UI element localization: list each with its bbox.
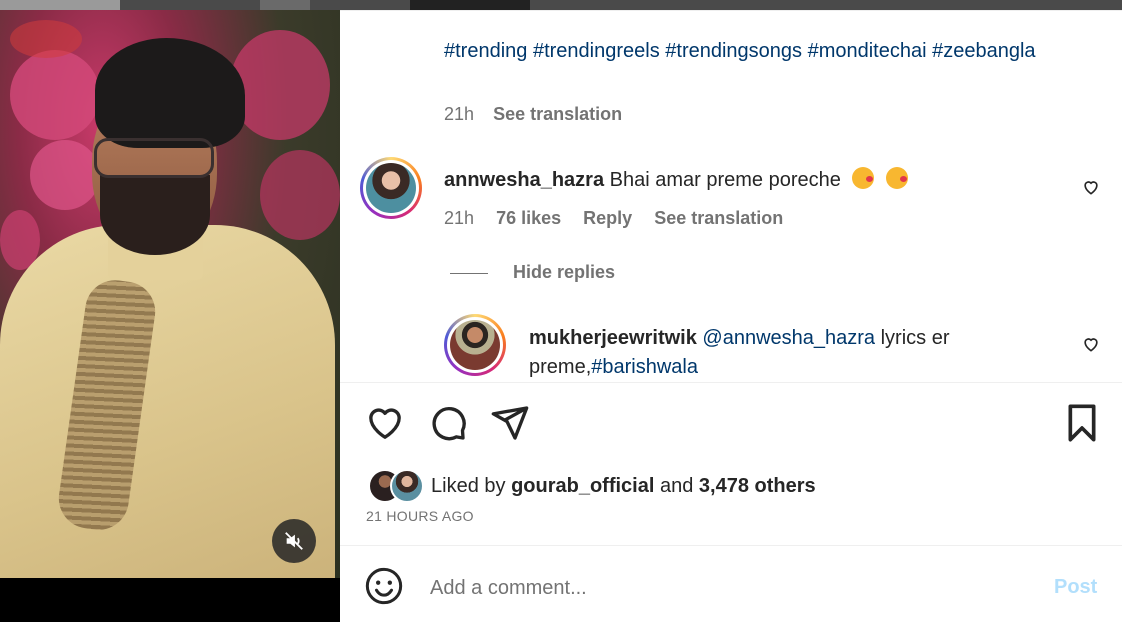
post-panel: #trending #trendingreels #trendingsongs … bbox=[340, 10, 1122, 622]
liked-by-avatars bbox=[368, 469, 428, 503]
post-actions: Liked by gourab_official and 3,478 other… bbox=[340, 382, 1122, 553]
liked-by-others[interactable]: 3,478 others bbox=[699, 475, 816, 497]
comment-body: annwesha_hazra Bhai amar preme poreche bbox=[444, 167, 908, 192]
reply-mention[interactable]: @annwesha_hazra bbox=[702, 327, 875, 349]
caption-see-translation[interactable]: See translation bbox=[493, 104, 622, 124]
liked-by-middle: and bbox=[654, 475, 699, 497]
muted-icon bbox=[285, 532, 303, 550]
reply-hashtag[interactable]: #barishwala bbox=[591, 356, 698, 378]
comment-text: Bhai amar preme poreche bbox=[609, 169, 841, 191]
comment-time[interactable]: 21h bbox=[444, 208, 474, 228]
comment-like-heart-icon[interactable] bbox=[1081, 177, 1101, 197]
comment-icon[interactable] bbox=[428, 403, 468, 443]
browser-top-strip bbox=[0, 0, 1122, 10]
hide-replies-button[interactable]: Hide replies bbox=[513, 262, 615, 283]
comment-avatar[interactable] bbox=[360, 157, 422, 219]
reply-username[interactable]: mukherjeewritwik bbox=[529, 327, 697, 349]
kiss-emoji-icon bbox=[886, 167, 908, 189]
glasses bbox=[94, 138, 214, 178]
comments-list[interactable]: #trending #trendingreels #trendingsongs … bbox=[340, 10, 1122, 383]
emoji-icon[interactable] bbox=[364, 566, 404, 606]
reply-like-heart-icon[interactable] bbox=[1081, 334, 1101, 354]
comment-likes[interactable]: 76 likes bbox=[496, 208, 561, 228]
post-timestamp[interactable]: 21 HOURS AGO bbox=[366, 508, 474, 524]
hide-replies-line bbox=[450, 273, 488, 274]
post-video[interactable] bbox=[0, 10, 340, 622]
post-comment-button[interactable]: Post bbox=[1054, 576, 1097, 599]
comment-reply-button[interactable]: Reply bbox=[583, 208, 632, 228]
video-frame bbox=[0, 10, 340, 578]
caption-hashtags[interactable]: #trending #trendingreels #trendingsongs … bbox=[444, 37, 1044, 65]
liked-by-text: Liked by gourab_official and 3,478 other… bbox=[431, 475, 816, 498]
kiss-emoji-icon bbox=[852, 167, 875, 189]
reply-avatar[interactable] bbox=[444, 314, 506, 376]
share-icon[interactable] bbox=[490, 403, 530, 443]
caption-time[interactable]: 21h bbox=[444, 104, 474, 124]
comment-username[interactable]: annwesha_hazra bbox=[444, 169, 604, 191]
mute-toggle-button[interactable] bbox=[272, 519, 316, 563]
liked-by-user[interactable]: gourab_official bbox=[511, 475, 654, 497]
comment-composer: Post bbox=[340, 545, 1122, 623]
caption-meta: 21h See translation bbox=[444, 104, 636, 125]
like-heart-icon[interactable] bbox=[365, 403, 405, 443]
reply-body: mukherjeewritwik @annwesha_hazra lyrics … bbox=[529, 324, 999, 382]
channel-logo bbox=[10, 20, 82, 58]
liked-by-prefix: Liked by bbox=[431, 475, 512, 497]
comment-meta: 21h 76 likes Reply See translation bbox=[444, 208, 800, 229]
bookmark-icon[interactable] bbox=[1062, 403, 1102, 443]
comment-input[interactable] bbox=[428, 572, 1032, 604]
comment-see-translation[interactable]: See translation bbox=[654, 208, 783, 228]
